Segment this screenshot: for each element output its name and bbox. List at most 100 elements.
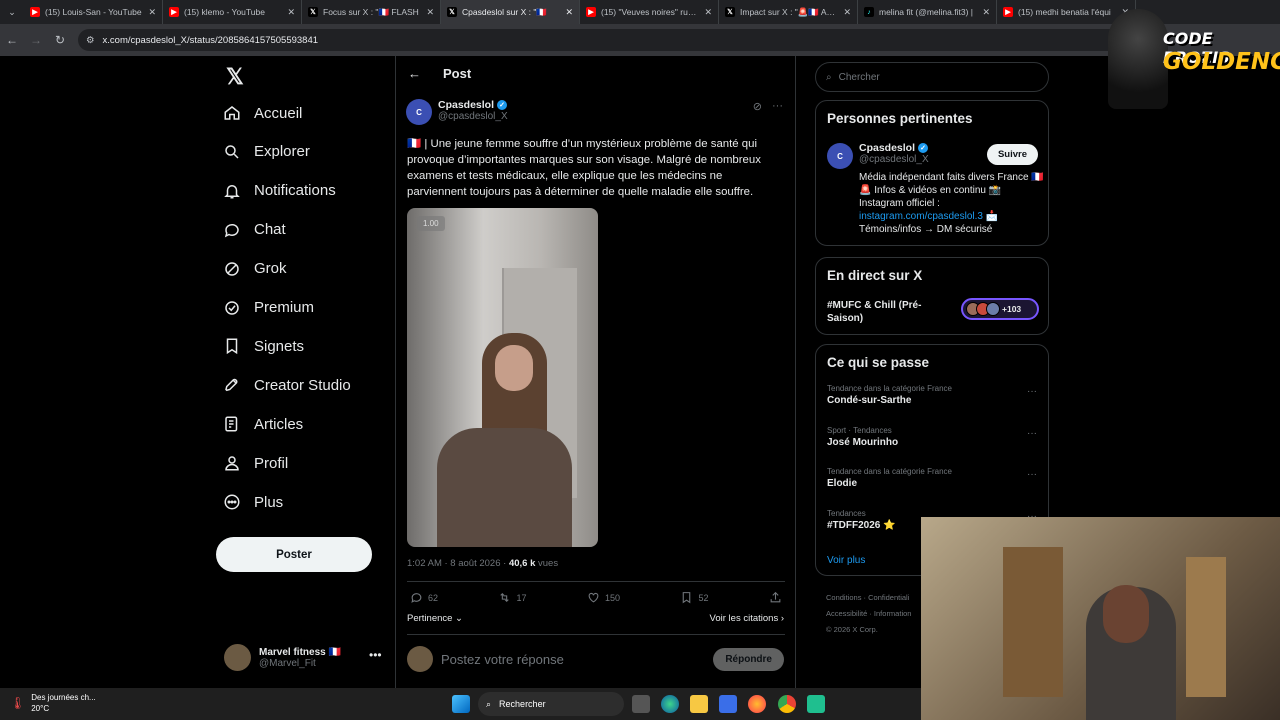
video-person xyxy=(437,333,572,547)
footer-line[interactable]: Conditions · Confidentiali xyxy=(826,590,911,606)
tab-list-chevron-icon[interactable]: ⌄ xyxy=(0,0,24,24)
relevant-handle[interactable]: @cpasdeslol_X xyxy=(859,154,929,165)
reply-button[interactable]: Répondre xyxy=(713,647,784,671)
sidebar-item-profil[interactable]: Profil xyxy=(223,454,288,472)
more-dots-icon[interactable]: ··· xyxy=(1027,386,1037,397)
repost-action[interactable]: 17 xyxy=(498,591,527,604)
weather-widget[interactable]: 🌡 Des journées ch... 20°C xyxy=(10,692,96,714)
account-switcher[interactable]: Marvel fitness 🇫🇷 @Marvel_Fit ••• xyxy=(224,644,382,671)
author-avatar[interactable]: C xyxy=(406,99,432,125)
search-input[interactable]: ⌕ Chercher xyxy=(815,62,1049,92)
forward-arrow-icon[interactable]: → xyxy=(24,33,48,47)
trend-item[interactable]: Tendance dans la catégorie France Condé-s… xyxy=(827,384,1037,406)
more-dots-icon[interactable]: ··· xyxy=(1027,469,1037,480)
store-icon[interactable] xyxy=(719,695,737,713)
browser-tab[interactable]: ♪ melina fit (@melina.fit3) | ✕ xyxy=(858,0,997,24)
address-bar-row: ← → ↻ ⚙ x.com/cpasdeslol_X/status/208586… xyxy=(0,24,1280,56)
back-arrow-icon[interactable]: ← xyxy=(0,33,24,47)
windows-start-icon[interactable] xyxy=(452,695,470,713)
browser-tab-bar: ⌄ ▶ (15) Louis-San - YouTube ✕ ▶ (15) klemo … xyxy=(0,0,1280,24)
post-author[interactable]: C Cpasdeslol ✓ @cpasdeslol_X xyxy=(406,99,508,125)
bio-link[interactable]: instagram.com/cpasdeslol.3 xyxy=(859,211,983,222)
sidebar-item-articles[interactable]: Articles xyxy=(223,415,303,433)
browser-tab[interactable]: 𝕏 Focus sur X : "🇫🇷 FLASH ✕ xyxy=(302,0,441,24)
tiktok-icon: ♪ xyxy=(864,7,874,17)
view-quotes-link[interactable]: Voir les citations › xyxy=(710,613,784,624)
tab-title: (15) klemo - YouTube xyxy=(184,7,265,17)
relevant-name[interactable]: Cpasdeslol xyxy=(859,142,915,154)
browser-tab[interactable]: ▶ (15) klemo - YouTube ✕ xyxy=(163,0,302,24)
share-action[interactable] xyxy=(769,591,782,604)
back-arrow-icon[interactable]: ← xyxy=(408,66,421,81)
sort-dropdown[interactable]: Pertinence ⌄ xyxy=(407,613,463,624)
sidebar-item-creator-studio[interactable]: Creator Studio xyxy=(223,376,351,394)
playback-rate-badge[interactable]: 1.00 xyxy=(417,216,445,231)
weather-temp: 20°C xyxy=(31,704,50,713)
close-icon[interactable]: ✕ xyxy=(287,7,295,18)
sidebar-item-notifications[interactable]: Notifications xyxy=(223,182,336,200)
taskbar-search[interactable]: ⌕ Rechercher xyxy=(478,692,624,716)
live-avatars-pill[interactable]: +103 xyxy=(961,298,1039,320)
reply-input[interactable]: Postez votre réponse xyxy=(441,652,705,667)
sidebar-item-accueil[interactable]: Accueil xyxy=(223,104,302,122)
browser-tab[interactable]: ▶ (15) Louis-San - YouTube ✕ xyxy=(24,0,163,24)
more-dots-icon[interactable]: ··· xyxy=(772,100,783,113)
search-icon xyxy=(225,145,239,159)
sidebar-item-grok[interactable]: Grok xyxy=(223,260,287,278)
browser-tab[interactable]: ▶ (15) "Veuves noires" russe ✕ xyxy=(580,0,719,24)
browser-tab[interactable]: 𝕏 Impact sur X : "🚨🇫🇷 ALER ✕ xyxy=(719,0,858,24)
tab-title: (15) "Veuves noires" russe xyxy=(601,7,700,17)
sidebar-item-premium[interactable]: Premium xyxy=(223,299,314,317)
bookmark-action[interactable]: 52 xyxy=(680,591,708,604)
reply-action[interactable]: 62 xyxy=(410,591,438,604)
post-video[interactable]: 1.00 xyxy=(407,208,598,547)
close-icon[interactable]: ✕ xyxy=(426,7,434,18)
more-circle-icon xyxy=(224,494,240,510)
close-icon[interactable]: ✕ xyxy=(843,7,851,18)
live-event-title[interactable]: #MUFC & Chill (Pré-Saison) xyxy=(827,299,937,325)
reply-icon xyxy=(411,593,422,603)
close-icon[interactable]: ✕ xyxy=(982,7,990,18)
reload-icon[interactable]: ↻ xyxy=(48,33,72,47)
sidebar-item-signets[interactable]: Signets xyxy=(223,337,304,355)
repost-count: 17 xyxy=(516,592,527,603)
file-explorer-icon[interactable] xyxy=(690,695,708,713)
url-field[interactable]: ⚙ x.com/cpasdeslol_X/status/208586415750… xyxy=(78,29,1168,51)
close-icon[interactable]: ✕ xyxy=(704,7,712,18)
sidebar-item-label: Profil xyxy=(254,454,289,472)
see-more-link[interactable]: Voir plus xyxy=(827,555,865,566)
post-button[interactable]: Poster xyxy=(216,537,372,572)
trend-item[interactable]: Sport · Tendances José Mourinho ··· xyxy=(827,426,1037,448)
author-name[interactable]: Cpasdeslol xyxy=(438,99,494,111)
thermometer-icon: 🌡 xyxy=(10,695,26,710)
close-icon[interactable]: ✕ xyxy=(565,7,573,18)
grok-icon[interactable]: ⊘ xyxy=(753,100,762,113)
app-icon[interactable] xyxy=(807,695,825,713)
firefox-icon[interactable] xyxy=(748,695,766,713)
post-time[interactable]: 1:02 AM · 8 août 2026 · xyxy=(407,558,509,569)
edge-icon[interactable] xyxy=(661,695,679,713)
more-dots-icon[interactable]: ••• xyxy=(369,648,382,662)
sidebar-item-chat[interactable]: Chat xyxy=(223,221,286,239)
chrome-icon[interactable] xyxy=(778,695,796,713)
trend-item[interactable]: Tendance dans la catégorie France Elodie ·… xyxy=(827,467,1037,489)
like-action[interactable]: 150 xyxy=(587,591,620,604)
site-info-icon[interactable]: ⚙ xyxy=(86,35,95,46)
follow-button[interactable]: Suivre xyxy=(986,144,1038,165)
task-view-icon[interactable] xyxy=(632,695,650,713)
avatar xyxy=(986,302,1000,316)
bio-line: Instagram officiel : xyxy=(859,198,940,209)
more-dots-icon[interactable]: ··· xyxy=(1027,428,1037,439)
x-icon: 𝕏 xyxy=(725,7,735,17)
sidebar-item-plus[interactable]: Plus xyxy=(223,493,283,511)
rocket-icon xyxy=(225,379,238,392)
x-logo-icon[interactable]: 𝕏 xyxy=(226,64,244,90)
sidebar-item-label: Signets xyxy=(254,337,305,355)
close-icon[interactable]: ✕ xyxy=(148,7,156,18)
author-handle[interactable]: @cpasdeslol_X xyxy=(438,111,508,122)
footer-line[interactable]: Accessibilité · Information xyxy=(826,606,911,622)
browser-tab[interactable]: 𝕏 Cpasdeslol sur X : "🇫🇷 ✕ xyxy=(441,0,580,24)
author-avatar[interactable]: C xyxy=(827,143,853,169)
views-label: vues xyxy=(535,558,559,569)
sidebar-item-explorer[interactable]: Explorer xyxy=(223,143,310,161)
